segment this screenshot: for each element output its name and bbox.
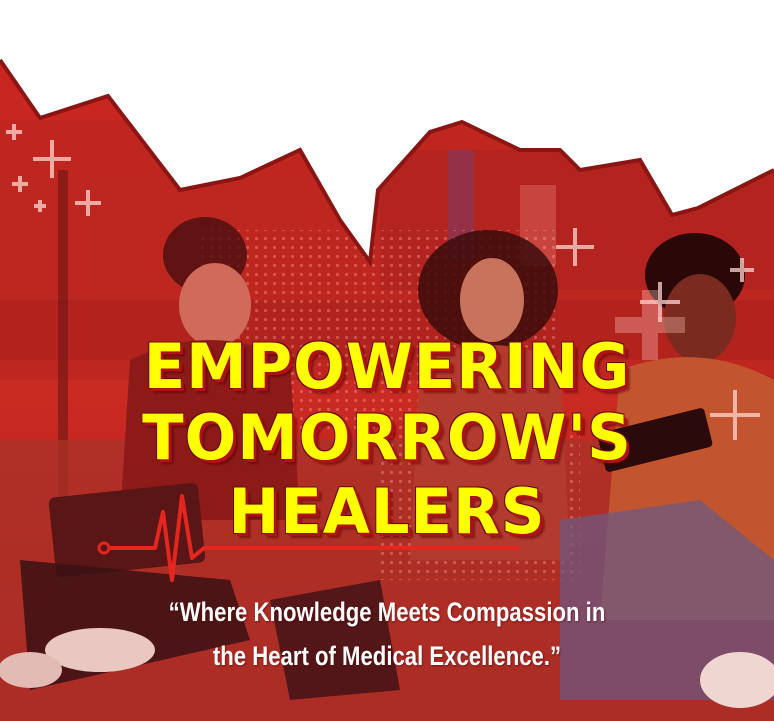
headline-line-2: TOMORROW'S — [142, 401, 632, 474]
tagline-line-2: the Heart of Medical Excellence.” — [212, 641, 562, 671]
hero-banner: EMPOWERING TOMORROW'S HEALERS “Where Kno… — [0, 0, 774, 721]
tagline-line-1: “Where Knowledge Meets Compassion in — [168, 597, 606, 627]
headline-line-3: HEALERS — [228, 475, 546, 548]
headline-line-1: EMPOWERING — [143, 330, 631, 403]
